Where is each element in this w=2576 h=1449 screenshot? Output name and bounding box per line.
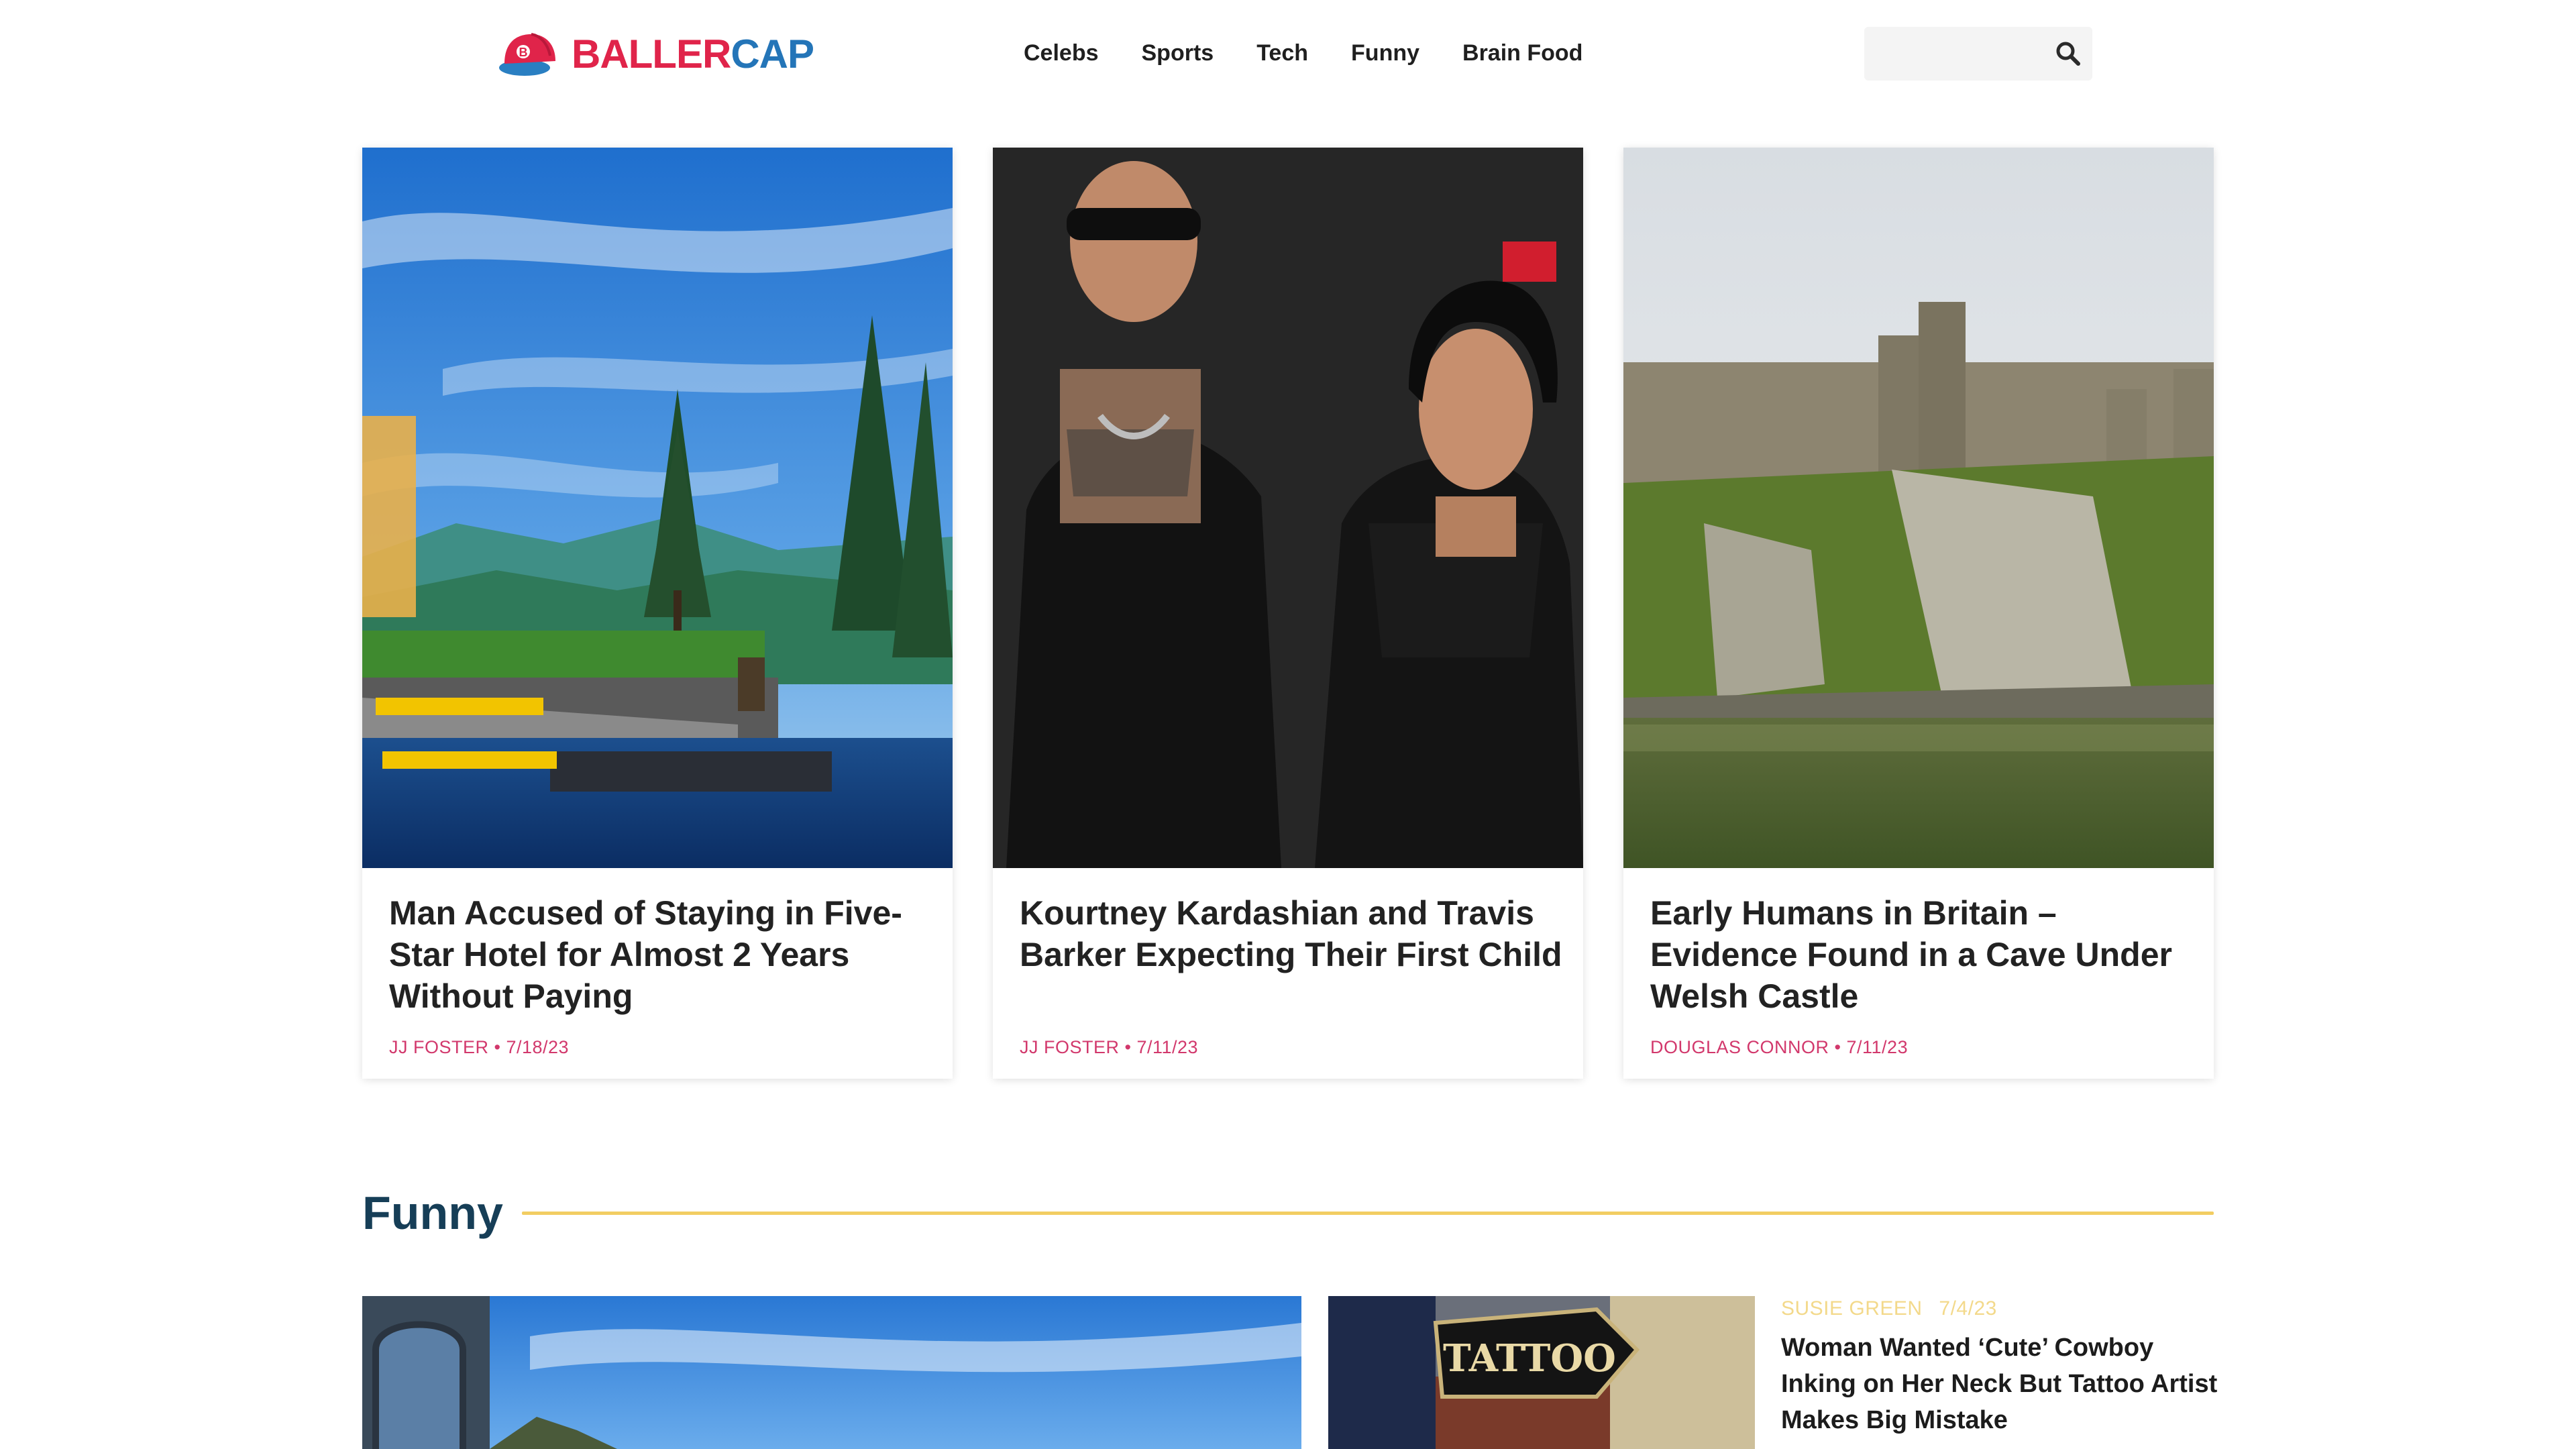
article-author[interactable]: JJ FOSTER [389,1037,489,1057]
article-author[interactable]: DOUGLAS CONNOR [1650,1037,1829,1057]
section-divider [522,1212,2214,1215]
logo-wordmark: BALLERCAP [572,34,814,74]
meta-separator [1928,1297,1934,1320]
cap-icon: B [498,30,559,78]
search-box [1864,27,2092,80]
article-date: 7/11/23 [1846,1037,1909,1057]
small-article-author[interactable]: SUSIE GREEN [1781,1297,1923,1320]
article-title[interactable]: Early Humans in Britain – Evidence Found… [1650,892,2200,1017]
meta-separator: • [1834,1037,1841,1057]
search-button[interactable] [2053,39,2083,68]
article-meta: JJ FOSTER • 7/11/23 [1020,1037,1198,1058]
search-input[interactable] [1864,27,2045,80]
site-logo[interactable]: B BALLERCAP [498,28,814,80]
feature-article-image[interactable] [362,1296,1301,1449]
article-date: 7/18/23 [506,1037,570,1057]
tattoo-sign-text: TATTOO [1443,1336,1616,1381]
article-card[interactable]: Kourtney Kardashian and Travis Barker Ex… [993,148,1583,1079]
meta-separator: • [494,1037,501,1057]
article-image-celebs[interactable] [993,148,1583,868]
article-card[interactable]: Early Humans in Britain – Evidence Found… [1623,148,2214,1079]
search-icon [2056,42,2080,66]
nav-funny[interactable]: Funny [1351,36,1419,70]
article-image-hotel[interactable] [362,148,953,868]
article-title[interactable]: Man Accused of Staying in Five-Star Hote… [389,892,939,1017]
small-article-image[interactable]: TATTOO [1328,1296,1755,1449]
nav-tech[interactable]: Tech [1256,36,1308,70]
article-title[interactable]: Kourtney Kardashian and Travis Barker Ex… [1020,892,1570,975]
article-date: 7/11/23 [1136,1037,1199,1057]
small-article-meta: SUSIE GREEN 7/4/23 [1781,1297,1997,1320]
small-article-title[interactable]: Woman Wanted ‘Cute’ Cowboy Inking on Her… [1781,1330,2224,1438]
meta-separator: • [1124,1037,1132,1057]
article-author[interactable]: JJ FOSTER [1020,1037,1120,1057]
nav-brain-food[interactable]: Brain Food [1462,36,1582,70]
nav-sports[interactable]: Sports [1142,36,1214,70]
svg-text:B: B [519,46,528,59]
small-article-date: 7/4/23 [1939,1297,1997,1320]
logo-part-1: BALLER [572,32,731,76]
logo-part-2: CAP [731,32,814,76]
article-meta: JJ FOSTER • 7/18/23 [389,1037,569,1058]
article-meta: DOUGLAS CONNOR • 7/11/23 [1650,1037,1908,1058]
nav-celebs[interactable]: Celebs [1024,36,1099,70]
main-nav: Celebs Sports Tech Funny Brain Food [1024,36,1582,70]
section-title-funny[interactable]: Funny [362,1186,503,1240]
page: B BALLERCAP Celebs Sports Tech Funny Bra… [0,0,2576,1449]
article-image-castle[interactable] [1623,148,2214,868]
article-card[interactable]: Man Accused of Staying in Five-Star Hote… [362,148,953,1079]
